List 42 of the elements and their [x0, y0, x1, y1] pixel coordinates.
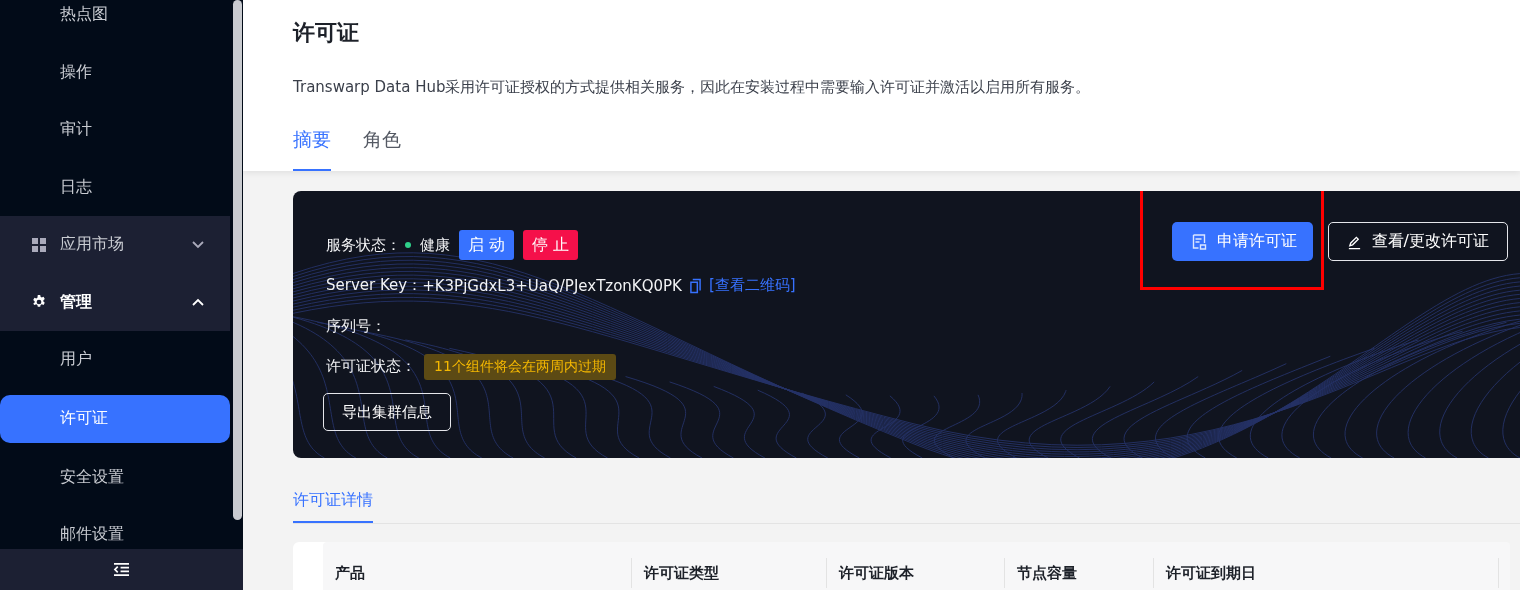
serial-number-label: 序列号： [326, 316, 386, 336]
column-header: 节点容量 [1005, 558, 1154, 588]
sidebar-item[interactable]: 应用市场 [0, 216, 230, 274]
export-cluster-button[interactable]: 导出集群信息 [323, 393, 451, 431]
apply-license-button[interactable]: 申请许可证 [1171, 222, 1313, 261]
page-title: 许可证 [293, 19, 360, 47]
column-header: 产品 [323, 558, 632, 588]
chevron-up-icon [192, 298, 204, 307]
page-description: Transwarp Data Hub采用许可证授权的方式提供相关服务，因此在安装过程中需要输入许可证并激活以启用所有服务。 [293, 78, 1092, 97]
status-dot [405, 242, 411, 249]
license-icon [1191, 233, 1207, 250]
sidebar-item[interactable]: 邮件设置 [0, 506, 230, 549]
sidebar-item[interactable]: 日志 [0, 158, 230, 216]
license-status-tag: 11个组件将会在两周内过期 [424, 353, 616, 380]
column-header: 许可证类型 [632, 558, 827, 588]
sidebar-item[interactable]: 用户 [0, 331, 230, 389]
edit-license-button[interactable]: 查看/更改许可证 [1327, 222, 1508, 261]
sidebar-item[interactable]: 操作 [0, 43, 230, 101]
service-status: 健康 [420, 235, 450, 255]
collapse-menu-icon[interactable] [112, 562, 131, 577]
column-header: 许可证版本 [827, 558, 1005, 588]
details-tab[interactable]: 许可证详情 [293, 490, 373, 523]
copy-icon[interactable] [689, 277, 701, 294]
tab[interactable]: 角色 [363, 127, 401, 171]
column-header: 许可证到期日 [1154, 558, 1499, 588]
scrollbar[interactable] [233, 0, 242, 520]
sidebar-item[interactable]: 许可证 [0, 394, 230, 443]
server-key-label: Server Key： [326, 276, 423, 296]
server-key: +K3PjGdxL3+UaQ/PJexTzonKQ0PK [422, 276, 682, 295]
settings-icon [32, 295, 46, 310]
license-status-label: 许可证状态： [326, 357, 416, 377]
sidebar-item[interactable]: 热点图 [0, 0, 230, 44]
qr-code-link[interactable]: [查看二维码] [708, 276, 796, 296]
sidebar-item[interactable]: 审计 [0, 101, 230, 159]
sidebar-item[interactable]: 安全设置 [0, 448, 230, 506]
sidebar-item[interactable]: 管理 [0, 273, 230, 331]
stop-button[interactable]: 停 止 [523, 230, 579, 261]
service-status-label: 服务状态： [326, 235, 401, 255]
tab[interactable]: 摘要 [293, 127, 331, 171]
chevron-down-icon [192, 240, 204, 249]
grid-icon [32, 237, 46, 252]
start-button[interactable]: 启 动 [459, 230, 515, 261]
